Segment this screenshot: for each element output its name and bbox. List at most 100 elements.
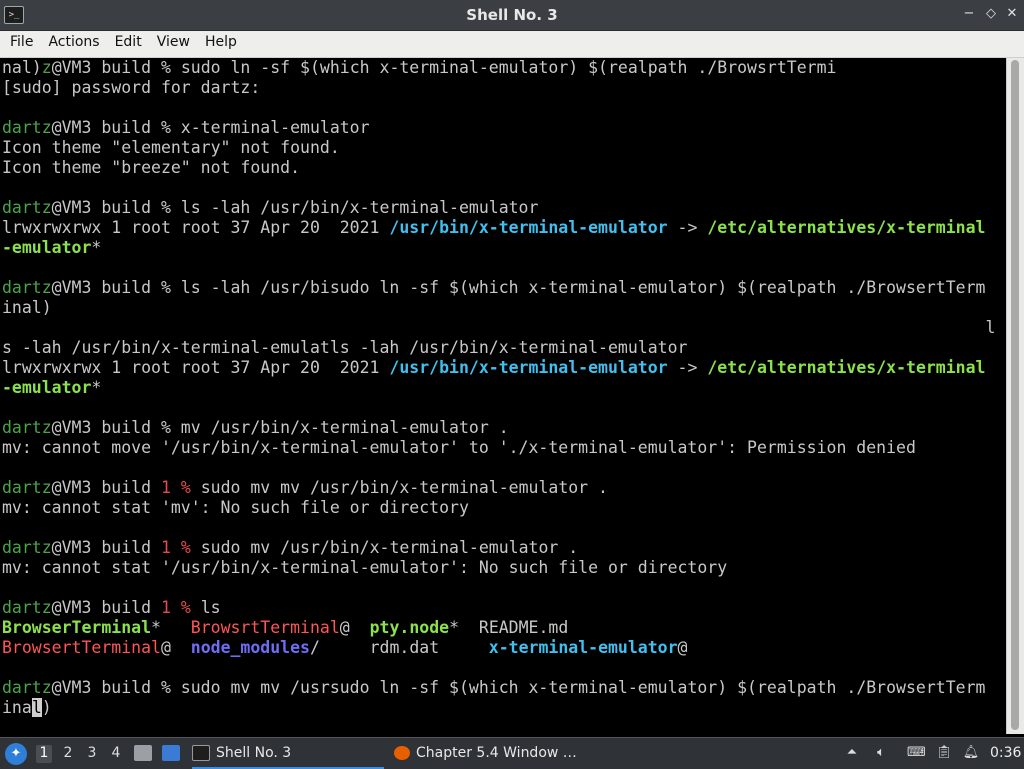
terminal-text: pty.node [369,618,450,637]
terminal-text: mv: cannot stat '/usr/bin/x-terminal-emu… [2,558,728,577]
terminal-line: dartz@VM3 build % ls -lah /usr/bisudo ln… [0,278,1006,298]
terminal-text: -> [667,218,708,237]
terminal-text: node_modules [190,638,310,657]
terminal-line: BrowserTerminal* BrowsrtTerminal@ pty.no… [0,618,1006,638]
terminal-text: inal) [2,298,52,317]
terminal-line: s -lah /usr/bin/x-terminal-emulatls -lah… [0,338,1006,358]
close-button[interactable]: ✕ [1003,5,1021,23]
terminal-line: mv: cannot stat 'mv': No such file or di… [0,498,1006,518]
task-shell[interactable]: Shell No. 3 [192,740,384,769]
workspace-2[interactable]: 2 [60,745,76,763]
task-label: Shell No. 3 [216,745,292,761]
terminal-text: @VM3 build % sudo mv mv /usrsudo ln -sf … [51,678,986,697]
terminal-text: @VM3 build % ls -lah /usr/bin/x-terminal… [51,198,539,217]
terminal-text: /usr/bin/x-terminal-emulator [389,218,668,237]
scrollbar-thumb[interactable] [1011,60,1019,730]
terminal-text: @ [160,638,191,657]
clock[interactable]: 0:36 [990,745,1021,761]
terminal-text: dartz [2,538,52,557]
terminal-text: * README.md [449,618,569,637]
terminal-text: @VM3 build [51,478,161,497]
terminal-text: -emulator [2,378,92,397]
terminal-line: dartz@VM3 build % sudo mv mv /usrsudo ln… [0,678,1006,698]
terminal-text: 1 % [160,478,191,497]
terminal-scrollbar[interactable] [1006,58,1024,734]
workspace-1[interactable]: 1 [36,745,52,763]
terminal-text: 1 % [160,538,191,557]
terminal-text: -> [667,358,708,377]
task-label: Chapter 5.4 Window … [416,745,577,761]
firefox-icon [394,746,410,760]
terminal-line: mv: cannot stat '/usr/bin/x-terminal-emu… [0,558,1006,578]
terminal-line: dartz@VM3 build % ls -lah /usr/bin/x-ter… [0,198,1006,218]
terminal-text: @VM3 build % x-terminal-emulator [51,118,370,137]
terminal-line: dartz@VM3 build % mv /usr/bin/x-terminal… [0,418,1006,438]
terminal-text: x-terminal-emulator [488,638,678,657]
terminal-text: [sudo] password for dartz: [2,78,261,97]
terminal-text: lrwxrwxrwx 1 root root 37 Apr 20 2021 [2,358,390,377]
workspace-3[interactable]: 3 [84,745,100,763]
terminal-text: dartz [2,278,52,297]
terminal-text: @VM3 build % ls -lah /usr/bisudo ln -sf … [51,278,986,297]
volume-icon[interactable]: 🔈︎ [872,745,890,761]
terminal-text: * [91,238,102,257]
terminal-text: ls [190,598,221,617]
terminal-text: * [91,378,102,397]
terminal-icon [192,745,210,761]
maximize-button[interactable]: ◇ [982,5,1000,23]
minimize-button[interactable]: − [960,5,978,23]
upload-icon[interactable]: ⏶ [843,745,861,761]
window-titlebar[interactable]: >_ Shell No. 3 − ◇ ✕ [0,0,1024,31]
terminal-line: -emulator* [0,238,1006,258]
terminal-text: BrowserTerminal [2,618,152,637]
terminal-line: [sudo] password for dartz: [0,78,1006,98]
terminal-text: z [41,58,52,77]
terminal-output[interactable]: nal)z@VM3 build % sudo ln -sf $(which x-… [0,58,1006,734]
terminal-text: * [151,618,191,637]
file-manager-icon[interactable] [134,745,152,761]
terminal-line: inal) [0,698,1006,718]
terminal-line: Icon theme "breeze" not found. [0,158,1006,178]
terminal-text: @ [339,618,370,637]
terminal-text: / rdm.dat [309,638,489,657]
menu-help[interactable]: Help [197,31,244,57]
taskbar: ✦ 1 2 3 4 Shell No. 3 Chapter 5.4 Window… [0,737,1024,769]
terminal-line: inal) [0,298,1006,318]
terminal-text: nal) [2,58,42,77]
menu-actions[interactable]: Actions [40,31,106,57]
terminal-text: 1 % [160,598,191,617]
terminal-text: dartz [2,418,52,437]
terminal-text: mv: cannot stat 'mv': No such file or di… [2,498,469,517]
workspace-4[interactable]: 4 [108,745,124,763]
task-browser[interactable]: Chapter 5.4 Window … [394,740,584,767]
menu-bar: File Actions Edit View Help [0,31,1024,58]
terminal-text: dartz [2,118,52,137]
keyboard-icon[interactable]: ⌨︎ [907,745,926,761]
terminal-line: BrowsertTerminal@ node_modules/ rdm.dat … [0,638,1006,658]
menu-view[interactable]: View [149,31,197,57]
terminal-text: @VM3 build [51,538,161,557]
menu-file[interactable]: File [0,31,40,57]
terminal-text: -emulator [2,238,92,257]
terminal-text: sudo mv /usr/bin/x-terminal-emulator . [190,538,579,557]
terminal-line: nal)z@VM3 build % sudo ln -sf $(which x-… [0,58,1006,78]
terminal-text: /etc/alternatives/x-terminal [707,218,986,237]
terminal-text: BrowsrtTerminal [190,618,340,637]
menu-edit[interactable]: Edit [107,31,149,57]
terminal-line: dartz@VM3 build 1 % ls [0,598,1006,618]
clipboard-icon[interactable]: 📋︎ [935,745,953,761]
terminal-text: sudo mv mv /usr/bin/x-terminal-emulator … [190,478,608,497]
desktop-icon[interactable] [162,745,180,761]
start-menu-icon[interactable]: ✦ [5,743,27,765]
terminal-text: dartz [2,478,52,497]
window-title: Shell No. 3 [466,6,558,24]
notification-icon[interactable]: 🔔︎ [962,745,980,761]
terminal-text: ) [41,698,52,717]
